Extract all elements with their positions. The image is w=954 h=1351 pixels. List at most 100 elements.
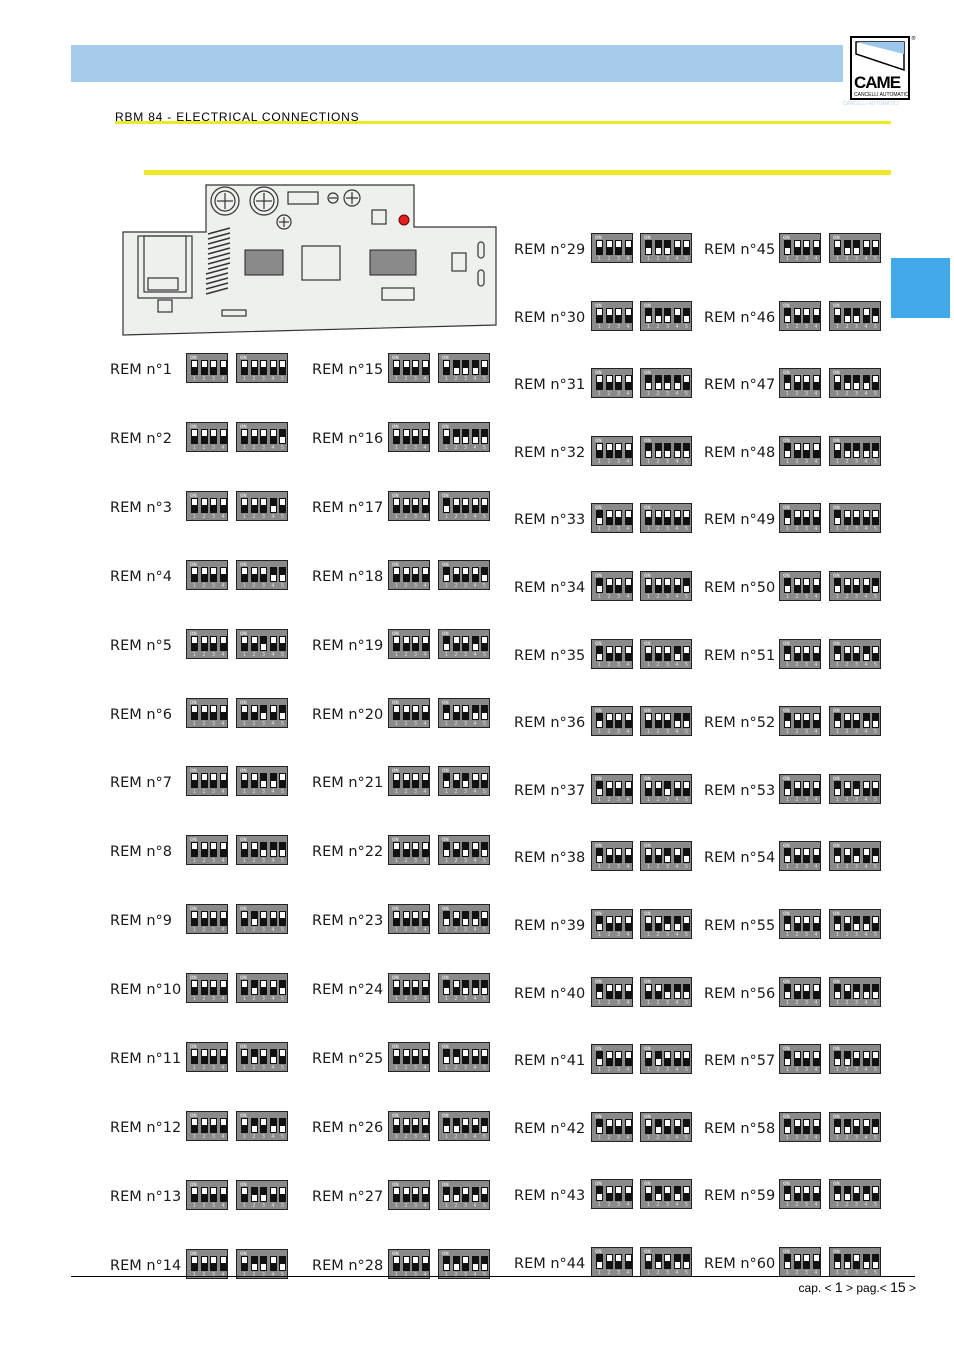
dip-switch-1-off: [191, 428, 198, 444]
dip-switch-4-off: [219, 360, 227, 375]
dip-switch-number: 3: [854, 256, 859, 262]
dip-switch-3-on: [664, 442, 671, 458]
switch-knob: [785, 917, 790, 924]
dip-switch-1-on: [784, 375, 791, 391]
dip-switch-number: 4: [814, 796, 818, 803]
dip-switch-number: 1: [394, 858, 399, 865]
dip-switch-5way: ON 1 2 3 4 5: [438, 1179, 490, 1210]
switch-knob: [844, 855, 850, 863]
dip-switch-number: 4: [675, 594, 679, 600]
dip-switch-4way: ON 1 2 3 4: [779, 368, 821, 399]
dip-switch-number: 2: [795, 1067, 799, 1074]
dip-switch-3-on: [853, 780, 860, 796]
dip-switch-number: 1: [394, 1065, 399, 1071]
switch-knob: [270, 435, 276, 443]
dip-switch-1-off: [241, 911, 248, 927]
switch-knob: [251, 504, 257, 512]
switch-knob: [444, 1256, 449, 1264]
dip-switch-number: 2: [656, 526, 660, 533]
dip-switch-number: 1: [394, 1133, 399, 1140]
switch-knob: [403, 573, 409, 581]
dip-switch-number: 5: [873, 256, 878, 262]
switch-knob: [655, 652, 661, 660]
dip-switch-5way: ON 1 2 3 4 5: [829, 976, 881, 1007]
dip-switch-2-on: [843, 442, 851, 458]
dip-switch-3-on: [664, 307, 671, 323]
dip-switch-3-off: [412, 704, 419, 720]
dip-switch-5way: ON 1 2 3 4 5: [640, 571, 692, 601]
switch-knob: [422, 849, 428, 857]
dip-switch-number: 4: [626, 729, 630, 736]
switch-knob: [625, 855, 631, 863]
switch-knob: [854, 917, 859, 924]
dip-switch-2-off: [250, 704, 258, 720]
dip-switch-number: 4: [221, 858, 225, 865]
dip-switch-4way: ON 1 2 3 4: [779, 571, 821, 601]
dip-switch-4-off: [624, 848, 632, 864]
remote-row: REM n°1 ON 1 2 3 4 ON 1 2 3 4 5: [110, 353, 288, 385]
switch-knob: [625, 1058, 631, 1066]
dip-switch-2-off: [402, 1117, 410, 1133]
dip-switch-number: 4: [864, 256, 868, 262]
switch-knob: [394, 573, 399, 581]
dip-switch-5-off: [872, 780, 879, 796]
dip-switch-5way: ON 1 2 3 4 5: [640, 233, 692, 263]
dip-switch-number: 1: [444, 651, 449, 658]
dip-switch-number: 2: [607, 256, 611, 262]
dip-switch-number: 1: [242, 651, 247, 658]
switch-knob: [413, 1056, 418, 1063]
switch-knob: [453, 1118, 459, 1126]
switch-knob: [835, 1119, 840, 1127]
dip-switch-4way: ON 1 2 3 4: [591, 976, 633, 1007]
dip-switch-4-off: [673, 578, 681, 593]
switch-knob: [472, 636, 478, 644]
dip-switch-number: 1: [646, 1134, 651, 1141]
switch-knob: [873, 517, 878, 525]
dip-switch-number: 1: [242, 927, 247, 934]
switch-knob: [794, 720, 800, 728]
switch-knob: [794, 314, 800, 322]
dip-switch-2-off: [200, 773, 208, 789]
dip-switch-1-on: [443, 704, 450, 720]
dip-switch-number: 2: [202, 789, 206, 796]
dip-switch-3-off: [853, 1051, 860, 1067]
dip-switch-number: 5: [280, 651, 285, 658]
dip-switch-5way: ON 1 2 3 4 5: [829, 1111, 881, 1142]
dip-switch-5-on: [481, 704, 488, 720]
dip-switch-2-off: [402, 428, 410, 444]
remote-label: REM n°55: [704, 918, 776, 934]
switch-knob: [192, 780, 197, 788]
dip-switch-4-off: [812, 1051, 820, 1067]
dip-switch-number: 4: [675, 1134, 679, 1141]
dip-switch-number: 4: [423, 513, 427, 520]
switch-knob: [646, 855, 651, 863]
dip-switch-1-off: [241, 497, 248, 513]
dip-switch-4way: ON 1 2 3 4: [186, 1110, 228, 1141]
switch-knob: [873, 1193, 878, 1201]
switch-knob: [665, 1193, 670, 1201]
dip-switch-number: 3: [413, 720, 418, 727]
dip-switch-4-off: [471, 1049, 479, 1064]
switch-knob: [413, 504, 418, 512]
dip-switch-number: 4: [423, 376, 427, 382]
dip-switch-number: 3: [804, 796, 809, 803]
dip-switch-number: 2: [202, 927, 206, 934]
dip-switch-number: 4: [675, 391, 679, 398]
dip-switch-1-off: [393, 1255, 400, 1271]
dip-switch-number: 2: [845, 458, 849, 465]
switch-knob: [242, 642, 247, 650]
dip-switch-4-off: [624, 983, 632, 999]
dip-switch-number: 4: [675, 796, 679, 803]
dip-switch-4way: ON 1 2 3 4: [388, 421, 430, 452]
dip-switch-4way: ON 1 2 3 4: [779, 435, 821, 466]
switch-knob: [665, 1125, 670, 1133]
switch-knob: [646, 990, 651, 998]
remote-row: REM n°42 ON 1 2 3 4 ON 1 2 3 4 5: [514, 1111, 692, 1144]
switch-knob: [422, 918, 428, 926]
switch-knob: [665, 652, 670, 660]
switch-knob: [261, 573, 266, 581]
dip-switch-number: 4: [626, 323, 630, 330]
dip-switch-3-off: [615, 442, 622, 458]
remote-label: REM n°60: [704, 1256, 776, 1272]
dip-switch-4-on: [269, 773, 277, 789]
